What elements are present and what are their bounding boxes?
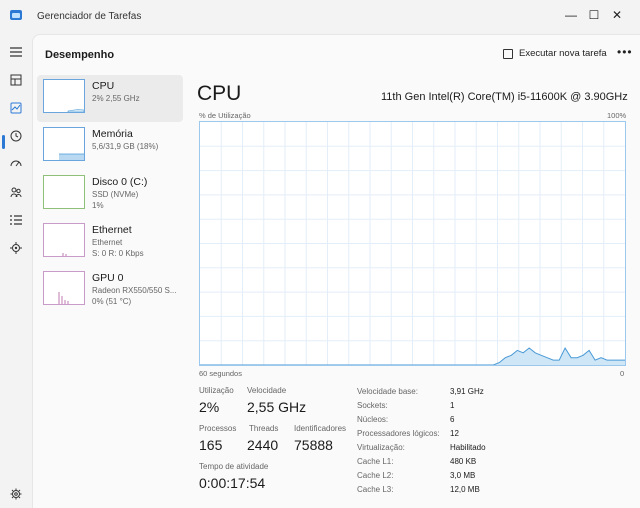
active-indicator: [2, 135, 5, 149]
processes-icon[interactable]: [8, 72, 24, 88]
device-sub: Radeon RX550/550 S...: [92, 286, 177, 295]
threads-label: Threads: [249, 424, 279, 433]
detail-label: Sockets:: [357, 401, 388, 410]
nav-rail: [0, 34, 32, 508]
device-sub: SSD (NVMe): [92, 190, 139, 199]
detail-label: Virtualização:: [357, 443, 405, 452]
device-sub: Ethernet: [92, 238, 123, 247]
device-item-gpu[interactable]: GPU 0 Radeon RX550/550 S... 0% (51 °C): [37, 267, 183, 314]
detail-label: Velocidade base:: [357, 387, 418, 396]
threads-value: 2440: [247, 437, 279, 453]
device-sub2: 0% (51 °C): [92, 297, 132, 306]
cpu-model: 11th Gen Intel(R) Core(TM) i5-11600K @ 3…: [381, 91, 628, 103]
device-sub: 5,6/31,9 GB (18%): [92, 142, 159, 151]
chart-y-label: % de Utilização: [199, 111, 251, 120]
cpu-usage-chart: [199, 121, 626, 366]
uptime-value: 0:00:17:54: [199, 475, 266, 491]
disk-thumbnail: [43, 175, 85, 209]
device-name: GPU 0: [92, 272, 124, 284]
utilization-label: Utilização: [199, 386, 234, 395]
memory-thumbnail: [43, 127, 85, 161]
processes-value: 165: [199, 437, 223, 453]
detail-value: 12,0 MB: [450, 485, 480, 494]
run-task-label: Executar nova tarefa: [519, 48, 607, 59]
chart-x-label: 60 segundos: [199, 369, 242, 378]
detail-label: Cache L2:: [357, 471, 394, 480]
device-item-ethernet[interactable]: Ethernet Ethernet S: 0 R: 0 Kbps: [37, 219, 183, 266]
startup-apps-icon[interactable]: [8, 156, 24, 172]
device-sub2: S: 0 R: 0 Kbps: [92, 249, 144, 258]
cpu-thumbnail: [43, 79, 85, 113]
device-sub: 2% 2,55 GHz: [92, 94, 140, 103]
settings-gear-icon[interactable]: [8, 486, 24, 502]
speed-label: Velocidade: [247, 386, 287, 395]
uptime-label: Tempo de atividade: [199, 462, 269, 471]
main-title: CPU: [197, 82, 242, 105]
device-sub2: 1%: [92, 201, 104, 210]
handles-value: 75888: [294, 437, 333, 453]
cpu-chart-svg: [200, 122, 625, 366]
services-icon[interactable]: [8, 240, 24, 256]
detail-label: Núcleos:: [357, 415, 389, 424]
handles-label: Identificadores: [294, 424, 347, 433]
detail-value: Habilitado: [450, 443, 486, 452]
detail-label: Cache L1:: [357, 457, 394, 466]
ethernet-thumbnail: [43, 223, 85, 257]
detail-value: 12: [450, 429, 459, 438]
chart-y-max: 100%: [607, 111, 627, 120]
detail-value: 3,0 MB: [450, 471, 476, 480]
close-button[interactable]: ✕: [594, 0, 640, 30]
speed-value: 2,55 GHz: [247, 399, 307, 415]
detail-value: 1: [450, 401, 455, 410]
device-name: CPU: [92, 80, 115, 92]
run-new-task-button[interactable]: Executar nova tarefa: [503, 48, 607, 59]
app-history-icon[interactable]: [8, 128, 24, 144]
run-task-icon: [503, 48, 513, 59]
title-bar: Gerenciador de Tarefas — ☐ ✕: [0, 0, 640, 34]
users-icon[interactable]: [8, 184, 24, 200]
window-title: Gerenciador de Tarefas: [37, 11, 142, 22]
chart-x-min: 0: [620, 369, 625, 378]
gpu-thumbnail: [43, 271, 85, 305]
device-name: Ethernet: [92, 224, 132, 236]
hamburger-menu-icon[interactable]: [8, 44, 24, 60]
device-list: CPU 2% 2,55 GHz Memória 5,6/31,9 GB (18%…: [37, 75, 183, 315]
details-icon[interactable]: [8, 212, 24, 228]
device-item-memory[interactable]: Memória 5,6/31,9 GB (18%): [37, 123, 183, 170]
content-panel: Desempenho Executar nova tarefa ••• CPU …: [32, 34, 640, 508]
device-item-cpu[interactable]: CPU 2% 2,55 GHz: [37, 75, 183, 122]
utilization-value: 2%: [199, 399, 220, 415]
device-item-disk[interactable]: Disco 0 (C:) SSD (NVMe) 1%: [37, 171, 183, 218]
device-name: Disco 0 (C:): [92, 176, 148, 188]
detail-value: 3,91 GHz: [450, 387, 484, 396]
page-title: Desempenho: [45, 49, 115, 61]
performance-icon[interactable]: [8, 100, 24, 116]
more-options-button[interactable]: •••: [617, 45, 633, 59]
detail-value: 6: [450, 415, 455, 424]
device-name: Memória: [92, 128, 133, 140]
processes-label: Processos: [199, 424, 237, 433]
detail-label: Processadores lógicos:: [357, 429, 440, 438]
task-manager-icon: [10, 10, 22, 20]
detail-value: 480 KB: [450, 457, 477, 466]
detail-label: Cache L3:: [357, 485, 394, 494]
